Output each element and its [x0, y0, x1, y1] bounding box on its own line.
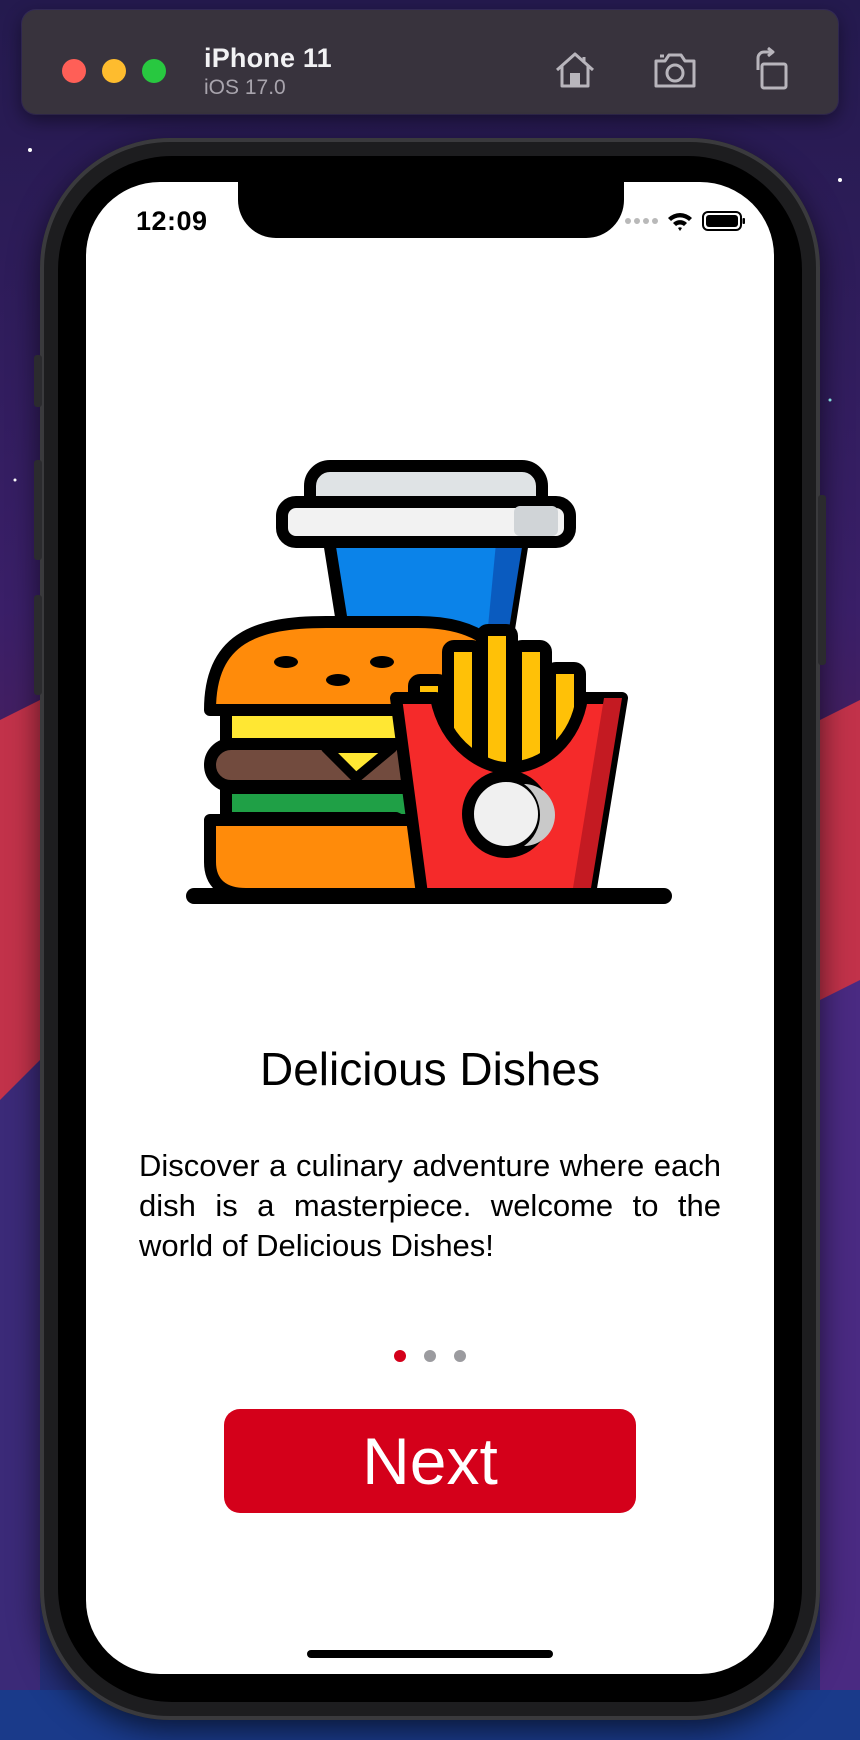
volume-down-button — [34, 595, 42, 695]
wifi-icon — [668, 213, 692, 231]
page-dot-1[interactable] — [394, 1350, 406, 1362]
battery-icon — [702, 211, 745, 231]
home-indicator[interactable] — [307, 1650, 553, 1658]
app-screen: 12:09 Delicious Dishes Discover a culina… — [86, 182, 774, 1674]
page-dot-2[interactable] — [424, 1350, 436, 1362]
onboarding-title: Delicious Dishes — [259, 1043, 600, 1095]
status-time: 12:09 — [136, 206, 208, 236]
notch — [238, 182, 624, 238]
silent-switch — [34, 355, 42, 407]
camera-icon[interactable] — [651, 46, 699, 94]
power-button — [818, 495, 826, 665]
signal-dots-icon — [625, 218, 658, 224]
minimize-window-button[interactable] — [102, 59, 126, 83]
home-icon[interactable] — [551, 46, 599, 94]
onboarding-description: Discover a culinary adventure where each… — [139, 1148, 721, 1263]
next-button[interactable]: Next — [224, 1409, 636, 1513]
device-os-version: iOS 17.0 — [204, 76, 286, 99]
volume-up-button — [34, 460, 42, 560]
device-name: iPhone 11 — [204, 43, 332, 73]
simulator-title-bar: iPhone 11 iOS 17.0 — [22, 10, 838, 114]
page-indicator[interactable] — [86, 1350, 774, 1362]
status-icons — [625, 210, 746, 232]
fast-food-illustration — [186, 458, 672, 950]
zoom-window-button[interactable] — [142, 59, 166, 83]
close-window-button[interactable] — [62, 59, 86, 83]
page-dot-3[interactable] — [454, 1350, 466, 1362]
rotate-icon[interactable] — [748, 46, 796, 94]
